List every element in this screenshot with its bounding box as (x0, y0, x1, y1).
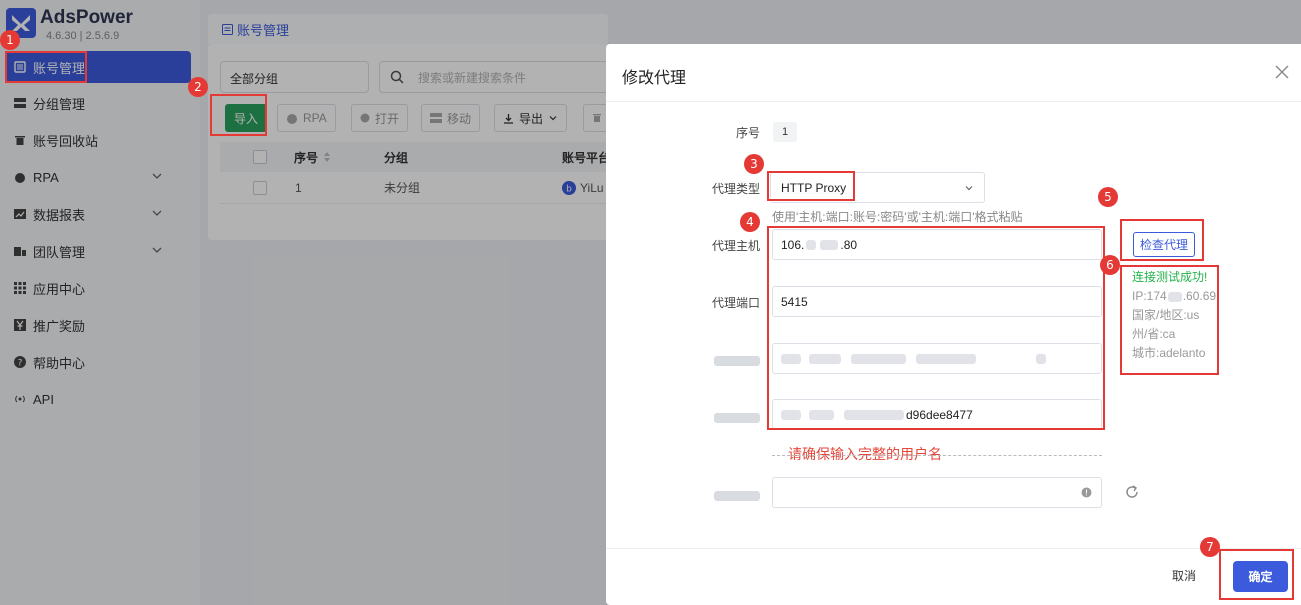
info-icon (1081, 487, 1092, 498)
step-badge: 5 (1098, 187, 1118, 207)
proxy-password-label (714, 409, 760, 423)
chevron-down-icon (965, 185, 973, 190)
step-badge: 2 (188, 77, 208, 97)
proxy-port-label: 代理端口 (711, 296, 760, 310)
seq-label: 序号 (735, 126, 760, 140)
highlight-box (767, 226, 1105, 430)
proxy-type-label: 代理类型 (711, 182, 760, 196)
redacted-mask (714, 412, 760, 423)
highlight-box (1120, 219, 1204, 261)
divider (772, 455, 1102, 456)
refresh-icon[interactable] (1124, 484, 1140, 500)
divider (606, 548, 1301, 549)
proxy-host-label: 代理主机 (711, 239, 760, 253)
highlight-box (1219, 549, 1294, 600)
highlight-box (1120, 265, 1219, 375)
seq-value: 1 (773, 122, 797, 142)
paste-hint: 使用'主机:端口:账号:密码'或'主机:端口'格式粘贴 (772, 210, 1023, 224)
step-badge: 4 (740, 212, 760, 232)
refresh-url-label (714, 487, 760, 501)
close-icon[interactable] (1274, 64, 1290, 80)
highlight-box (5, 51, 87, 83)
step-badge: 1 (0, 30, 20, 50)
step-badge: 7 (1200, 537, 1220, 557)
redacted-mask (714, 490, 760, 501)
proxy-account-label (714, 352, 760, 366)
cancel-button[interactable]: 取消 (1172, 567, 1196, 584)
refresh-url-input[interactable] (772, 477, 1102, 508)
highlight-box (767, 171, 855, 201)
divider (606, 101, 1301, 102)
redacted-mask (714, 355, 760, 366)
highlight-box (210, 94, 267, 136)
step-badge: 6 (1100, 255, 1120, 275)
dialog-title: 修改代理 (622, 70, 687, 87)
error-message: 请确保输入完整的用户名 (788, 446, 942, 462)
step-badge: 3 (744, 154, 764, 174)
